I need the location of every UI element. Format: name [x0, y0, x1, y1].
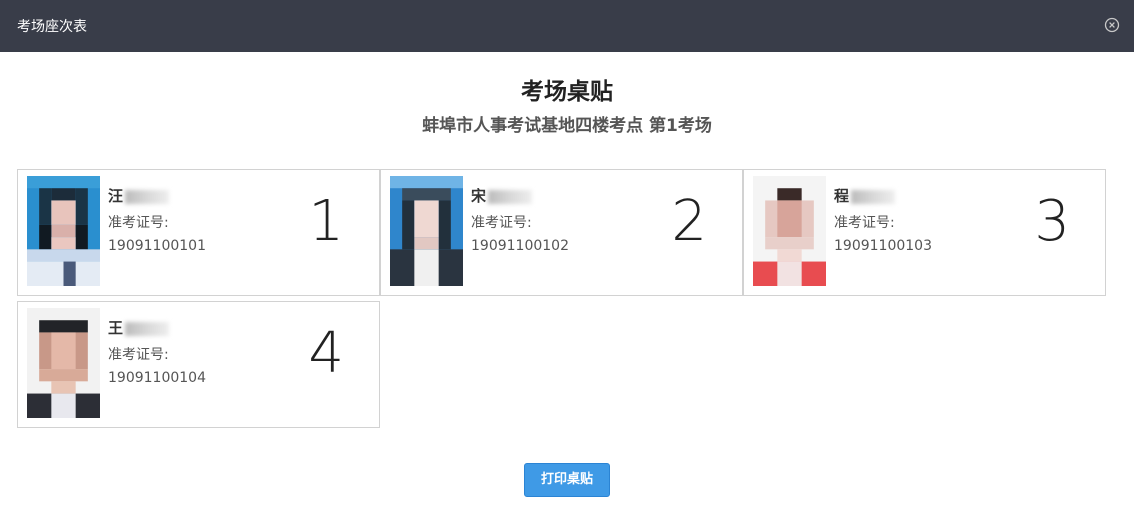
candidate-name: 宋 [471, 185, 533, 206]
seat-number: 3 [1034, 189, 1070, 254]
ticket-number: 19091100101 [108, 238, 206, 254]
print-button[interactable]: 打印桌贴 [524, 463, 610, 497]
page-title: 考场桌贴 [521, 79, 613, 105]
candidate-name: 王 [108, 317, 170, 338]
close-icon[interactable] [1104, 17, 1120, 33]
seat-card: 汪 准考证号: 19091100101 1 [17, 169, 380, 296]
candidate-photo [753, 176, 826, 286]
ticket-label: 准考证号: [834, 215, 895, 231]
page-subtitle: 蚌埠市人事考试基地四楼考点 第1考场 [422, 116, 712, 136]
dialog-title: 考场座次表 [17, 19, 87, 35]
ticket-number: 19091100102 [471, 238, 569, 254]
candidate-photo [27, 176, 100, 286]
candidate-photo [27, 308, 100, 418]
ticket-label: 准考证号: [471, 215, 532, 231]
candidate-name: 汪 [108, 185, 170, 206]
seat-card: 宋 准考证号: 19091100102 2 [380, 169, 743, 296]
candidate-name: 程 [834, 185, 896, 206]
dialog-titlebar: 考场座次表 [0, 0, 1134, 52]
seat-number: 4 [308, 321, 344, 386]
seat-number: 1 [308, 189, 344, 254]
seat-card: 王 准考证号: 19091100104 4 [17, 301, 380, 428]
ticket-number: 19091100103 [834, 238, 932, 254]
ticket-label: 准考证号: [108, 347, 169, 363]
seat-card: 程 准考证号: 19091100103 3 [743, 169, 1106, 296]
seat-number: 2 [671, 189, 707, 254]
ticket-number: 19091100104 [108, 370, 206, 386]
candidate-photo [390, 176, 463, 286]
ticket-label: 准考证号: [108, 215, 169, 231]
